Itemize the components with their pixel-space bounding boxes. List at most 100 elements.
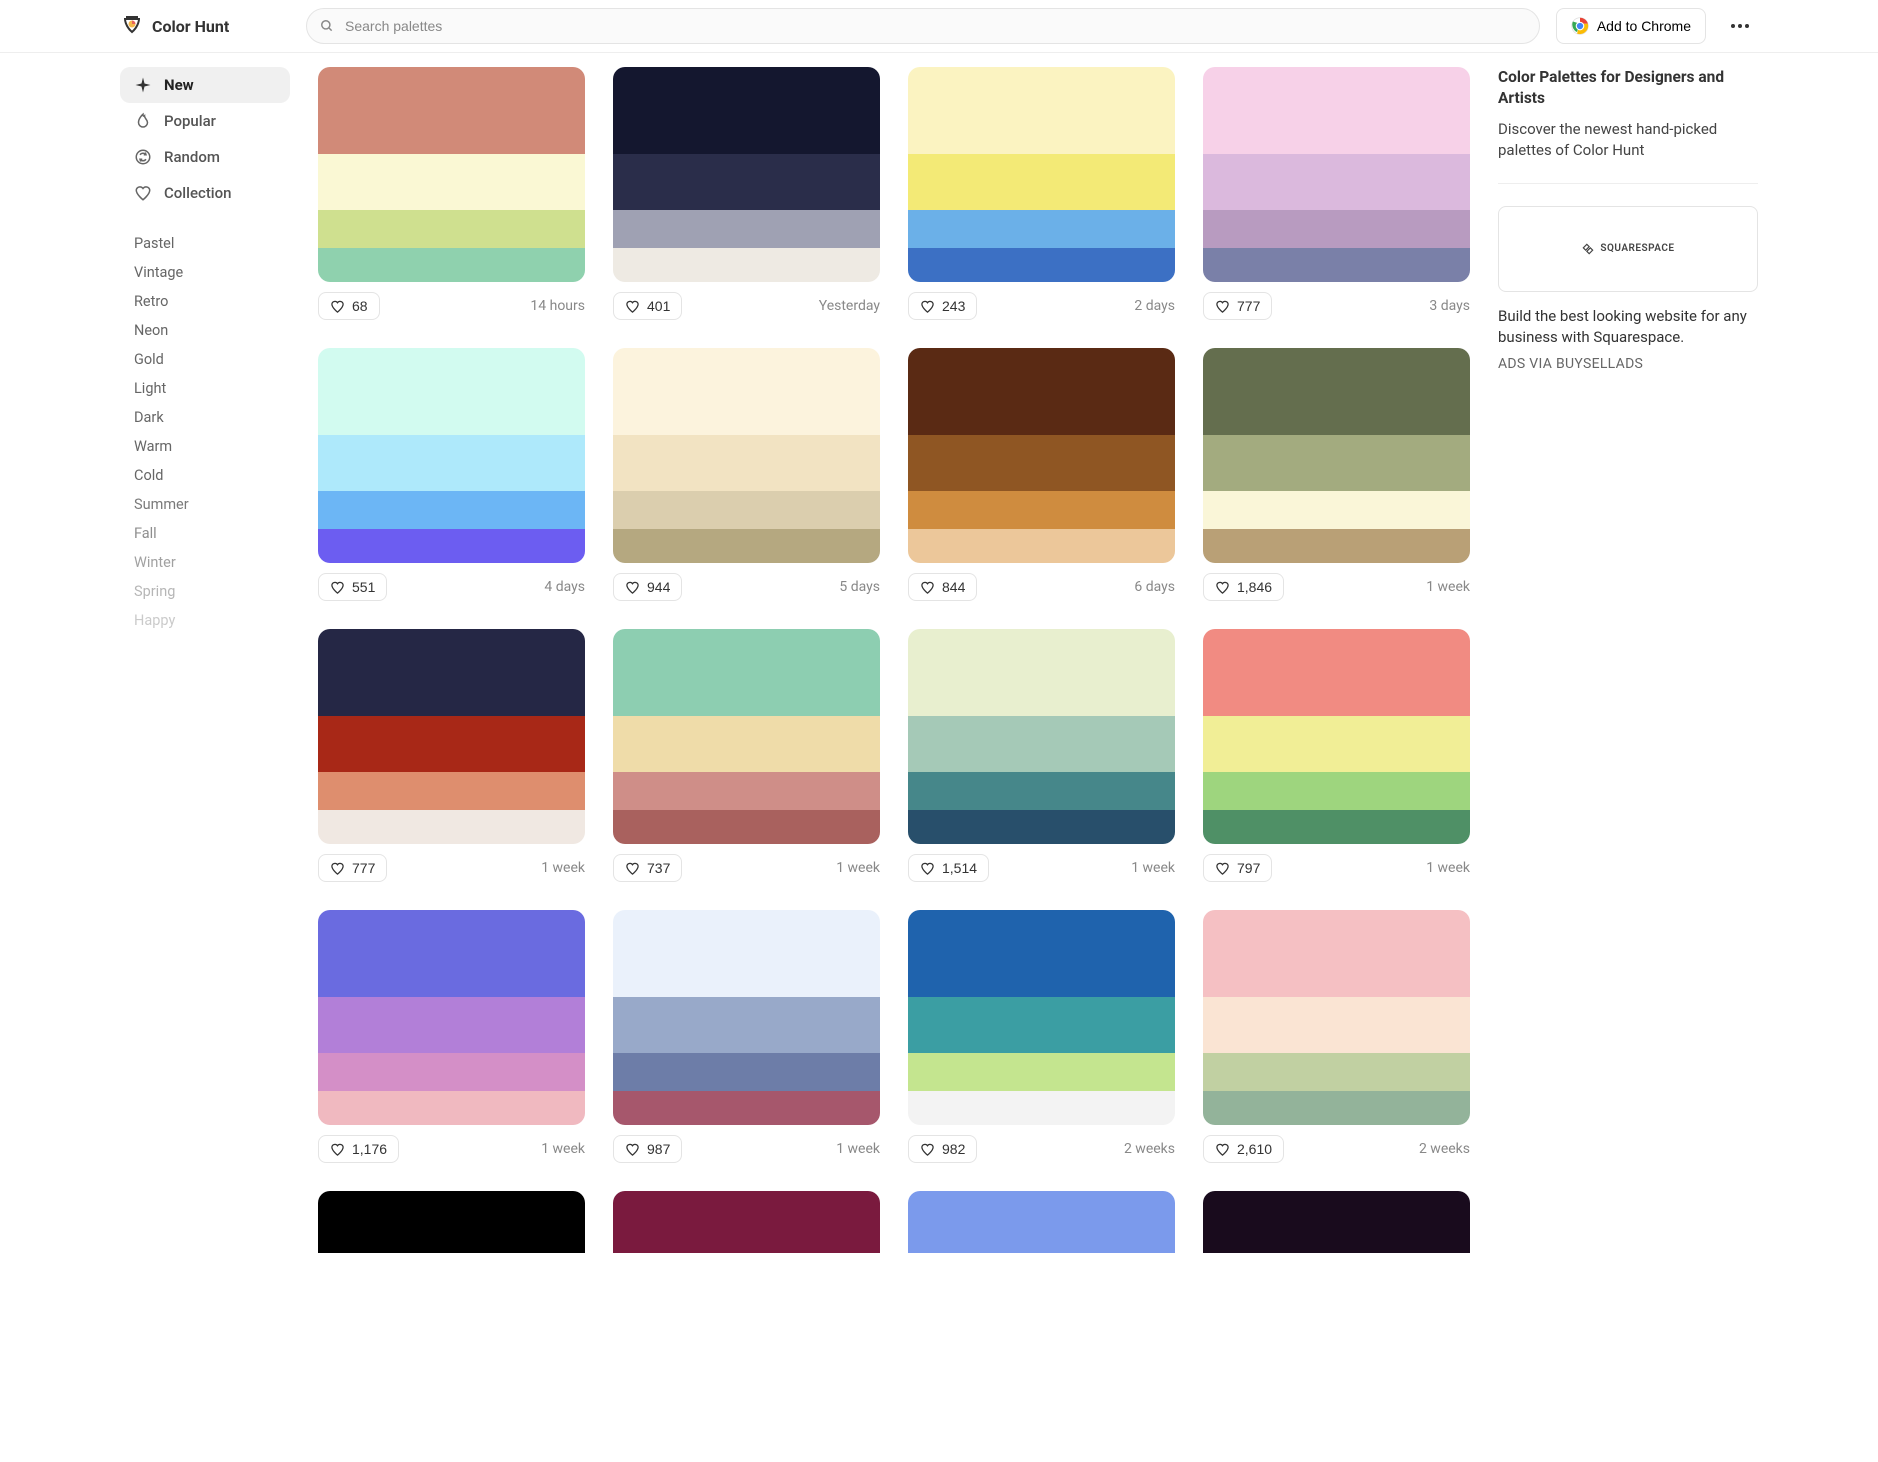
like-button[interactable]: 797	[1203, 854, 1272, 882]
palette-color[interactable]	[908, 210, 1175, 248]
palette-color[interactable]	[1203, 910, 1470, 997]
sidebar-tag-pastel[interactable]: Pastel	[120, 229, 290, 258]
palette-color[interactable]	[318, 435, 585, 492]
palette-color[interactable]	[318, 154, 585, 211]
palette-color[interactable]	[613, 810, 880, 844]
palette-color[interactable]	[318, 1091, 585, 1125]
palette-color[interactable]	[613, 491, 880, 529]
palette[interactable]	[613, 348, 880, 563]
palette-color[interactable]	[1203, 1191, 1470, 1253]
sidebar-tag-light[interactable]: Light	[120, 374, 290, 403]
palette[interactable]	[613, 910, 880, 1125]
palette-color[interactable]	[613, 1053, 880, 1091]
palette-color[interactable]	[1203, 1091, 1470, 1125]
palette-color[interactable]	[613, 529, 880, 563]
palette[interactable]	[318, 629, 585, 844]
palette-color[interactable]	[908, 910, 1175, 997]
sidebar-tag-spring[interactable]: Spring	[120, 577, 290, 606]
palette-color[interactable]	[1203, 1053, 1470, 1091]
sidebar-tag-summer[interactable]: Summer	[120, 490, 290, 519]
more-menu-button[interactable]	[1722, 8, 1758, 44]
palette-color[interactable]	[908, 629, 1175, 716]
palette-color[interactable]	[1203, 529, 1470, 563]
palette-color[interactable]	[318, 997, 585, 1054]
palette-color[interactable]	[1203, 629, 1470, 716]
palette-color[interactable]	[1203, 348, 1470, 435]
like-button[interactable]: 944	[613, 573, 682, 601]
sidebar-tag-winter[interactable]: Winter	[120, 548, 290, 577]
palette-color[interactable]	[318, 491, 585, 529]
palette[interactable]	[613, 629, 880, 844]
palette-color[interactable]	[613, 629, 880, 716]
palette-color[interactable]	[1203, 997, 1470, 1054]
sidebar-tag-cold[interactable]: Cold	[120, 461, 290, 490]
palette-color[interactable]	[908, 248, 1175, 282]
sidebar-tag-neon[interactable]: Neon	[120, 316, 290, 345]
sidebar-item-random[interactable]: Random	[120, 139, 290, 175]
palette-color[interactable]	[908, 491, 1175, 529]
sidebar-tag-happy[interactable]: Happy	[120, 606, 290, 635]
palette-color[interactable]	[318, 1053, 585, 1091]
like-button[interactable]: 1,176	[318, 1135, 399, 1163]
palette-color[interactable]	[318, 629, 585, 716]
palette[interactable]	[908, 629, 1175, 844]
palette[interactable]	[908, 910, 1175, 1125]
palette[interactable]	[1203, 348, 1470, 563]
palette-color[interactable]	[1203, 810, 1470, 844]
palette-color[interactable]	[1203, 210, 1470, 248]
palette-color[interactable]	[613, 154, 880, 211]
palette-color[interactable]	[908, 435, 1175, 492]
like-button[interactable]: 844	[908, 573, 977, 601]
palette-color[interactable]	[318, 716, 585, 773]
palette[interactable]	[908, 348, 1175, 563]
palette[interactable]	[908, 67, 1175, 282]
palette-color[interactable]	[908, 67, 1175, 154]
ad-box[interactable]: SQUARESPACE	[1498, 206, 1758, 292]
palette[interactable]	[1203, 629, 1470, 844]
palette-color[interactable]	[908, 997, 1175, 1054]
palette-color[interactable]	[908, 529, 1175, 563]
like-button[interactable]: 1,846	[1203, 573, 1284, 601]
palette-color[interactable]	[908, 716, 1175, 773]
palette-color[interactable]	[318, 348, 585, 435]
like-button[interactable]: 2,610	[1203, 1135, 1284, 1163]
like-button[interactable]: 551	[318, 573, 387, 601]
palette-color[interactable]	[908, 154, 1175, 211]
palette-color[interactable]	[908, 1053, 1175, 1091]
palette-color[interactable]	[613, 997, 880, 1054]
sidebar-tag-retro[interactable]: Retro	[120, 287, 290, 316]
palette-color[interactable]	[318, 210, 585, 248]
palette-color[interactable]	[318, 67, 585, 154]
palette-color[interactable]	[318, 248, 585, 282]
sidebar-item-collection[interactable]: Collection	[120, 175, 290, 211]
search-input[interactable]	[306, 8, 1540, 44]
like-button[interactable]: 982	[908, 1135, 977, 1163]
like-button[interactable]: 737	[613, 854, 682, 882]
palette[interactable]	[318, 910, 585, 1125]
sidebar-tag-fall[interactable]: Fall	[120, 519, 290, 548]
palette-color[interactable]	[1203, 772, 1470, 810]
palette[interactable]	[1203, 910, 1470, 1125]
sidebar-tag-dark[interactable]: Dark	[120, 403, 290, 432]
palette-color[interactable]	[908, 1091, 1175, 1125]
palette-color[interactable]	[1203, 491, 1470, 529]
palette-color[interactable]	[908, 772, 1175, 810]
sidebar-item-popular[interactable]: Popular	[120, 103, 290, 139]
palette-color[interactable]	[613, 348, 880, 435]
palette-color[interactable]	[1203, 716, 1470, 773]
palette-color[interactable]	[908, 1191, 1175, 1253]
like-button[interactable]: 987	[613, 1135, 682, 1163]
palette-color[interactable]	[613, 67, 880, 154]
palette-color[interactable]	[318, 529, 585, 563]
palette[interactable]	[318, 348, 585, 563]
palette-color[interactable]	[1203, 435, 1470, 492]
palette[interactable]	[613, 67, 880, 282]
like-button[interactable]: 243	[908, 292, 977, 320]
palette-color[interactable]	[318, 772, 585, 810]
palette-color[interactable]	[613, 1091, 880, 1125]
palette-color[interactable]	[613, 248, 880, 282]
palette-color[interactable]	[318, 910, 585, 997]
palette-color[interactable]	[613, 210, 880, 248]
palette-color[interactable]	[613, 772, 880, 810]
palette-color[interactable]	[1203, 67, 1470, 154]
